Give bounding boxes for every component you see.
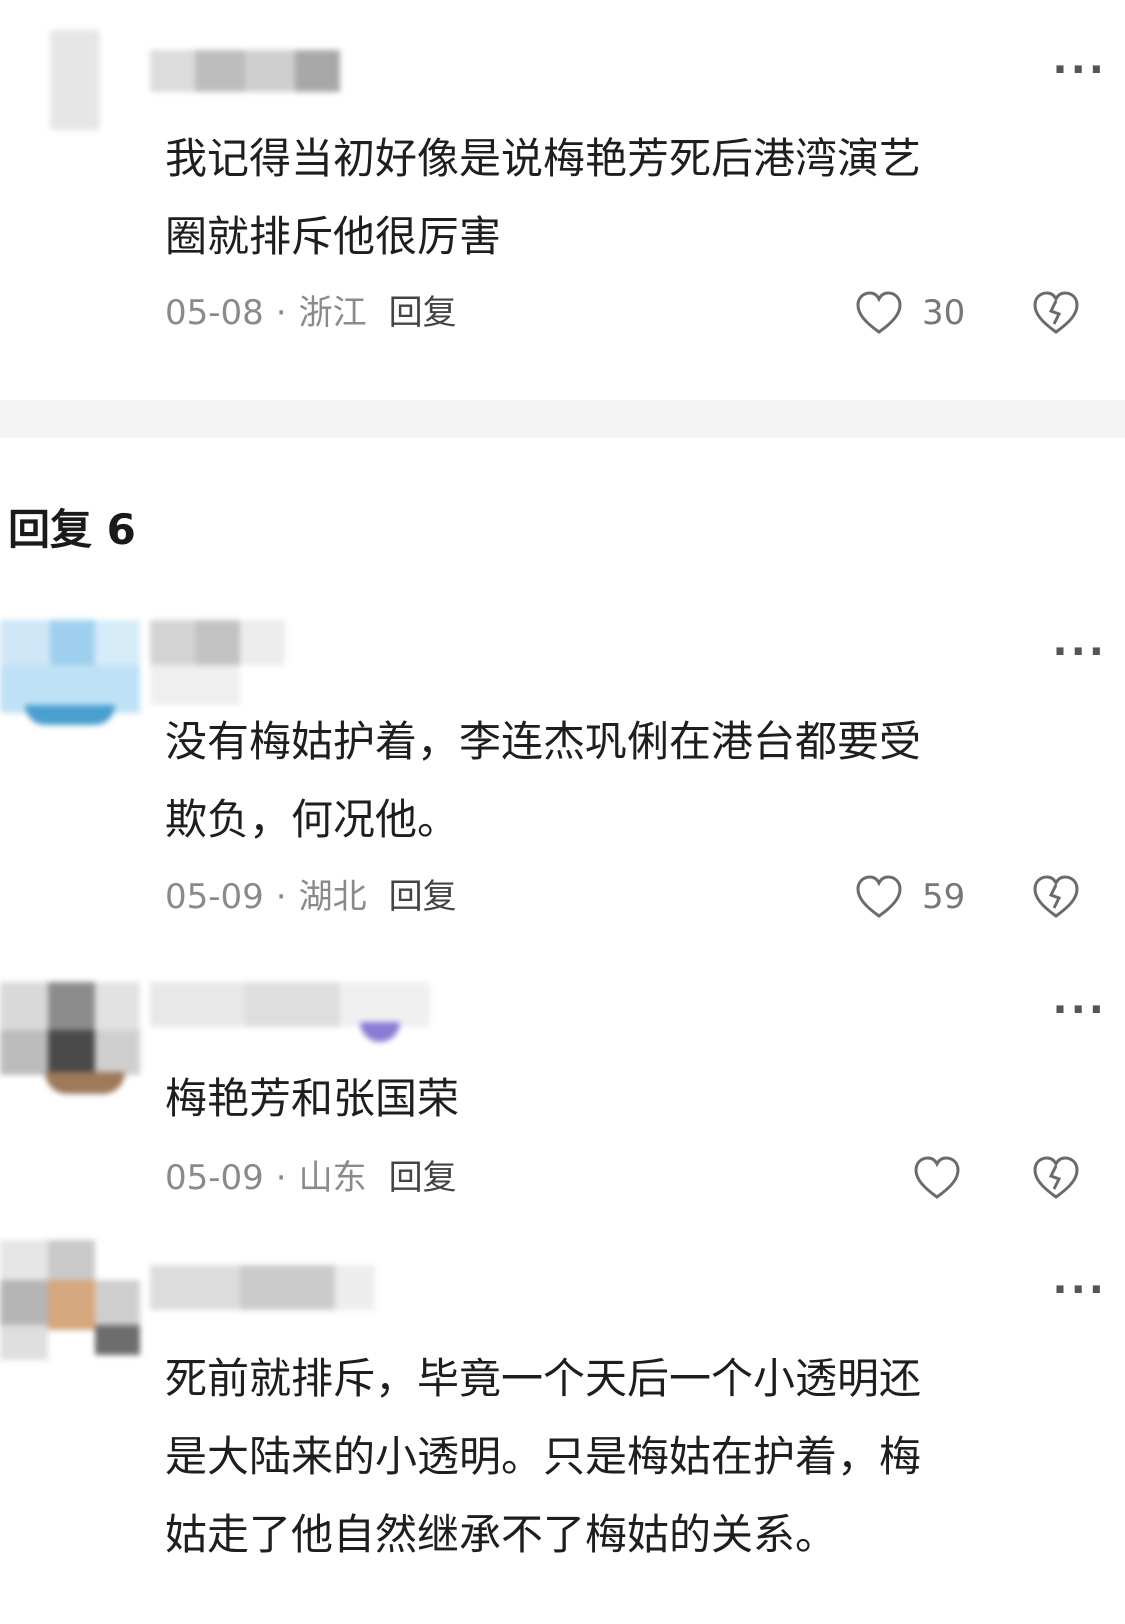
like-button[interactable] (913, 1153, 973, 1203)
username-pixelated[interactable] (150, 982, 440, 1042)
more-dots-icon[interactable]: ··· (1052, 1270, 1107, 1310)
comment-text: 没有梅姑护着，李连杰巩俐在港台都要受 欺负，何况他。 (165, 717, 922, 844)
more-dots-icon[interactable]: ··· (1052, 632, 1107, 672)
username-pixelated[interactable] (150, 1265, 380, 1315)
comment-text: 死前就排斥，毕竟一个天后一个小透明还 是大陆来的小透明。只是梅姑在护着，梅 姑走… (165, 1354, 922, 1559)
like-count: 59 (922, 877, 966, 917)
heart-icon (855, 290, 903, 336)
comment-1: ··· 我记得当初好像是说梅艳芳死后港湾演艺 圈就排斥他很厉害 05-08 · 浙江… (0, 0, 1125, 400)
username-pixelated[interactable] (150, 620, 290, 705)
comment-meta: 05-09 · 湖北 回复 (165, 877, 457, 917)
heart-icon (855, 874, 903, 920)
section-divider (0, 400, 1125, 438)
comment-meta: 05-09 · 山东 回复 (165, 1158, 457, 1198)
reply-button[interactable]: 回复 (367, 1158, 457, 1198)
comment-date: 05-09 (165, 1158, 264, 1198)
comment-region: 浙江 (298, 293, 367, 333)
avatar[interactable] (0, 1240, 145, 1360)
broken-heart-icon[interactable] (1032, 290, 1080, 336)
comment-date: 05-09 (165, 877, 264, 917)
broken-heart-icon[interactable] (1032, 1155, 1080, 1201)
avatar[interactable] (40, 30, 120, 130)
reply-button[interactable]: 回复 (367, 293, 457, 333)
like-button[interactable]: 30 (855, 288, 985, 338)
like-button[interactable]: 59 (855, 872, 985, 922)
replies-section-title: 回复 6 (8, 505, 136, 554)
comment-region: 湖北 (298, 877, 367, 917)
comment-date: 05-08 (165, 293, 264, 333)
more-dots-icon[interactable]: ··· (1052, 50, 1107, 90)
more-dots-icon[interactable]: ··· (1052, 990, 1107, 1030)
heart-icon (913, 1155, 961, 1201)
broken-heart-icon[interactable] (1032, 874, 1080, 920)
comment-region: 山东 (298, 1158, 367, 1198)
like-count: 30 (922, 293, 966, 333)
comment-2: ··· 没有梅姑护着，李连杰巩俐在港台都要受 欺负，何况他。 05-09 · 湖北回… (0, 600, 1125, 960)
username-pixelated[interactable] (150, 50, 350, 92)
avatar[interactable] (0, 982, 145, 1094)
avatar[interactable] (0, 620, 150, 725)
reply-button[interactable]: 回复 (367, 877, 457, 917)
comment-text: 梅艳芳和张国荣 (165, 1074, 460, 1123)
comment-text: 我记得当初好像是说梅艳芳死后港湾演艺 圈就排斥他很厉害 (165, 134, 922, 261)
comment-meta: 05-08 · 浙江 回复 (165, 293, 457, 333)
comment-3: ··· 梅艳芳和张国荣 05-09 · 山东 回复 (0, 960, 1125, 1240)
comment-4: ··· 死前就排斥，毕竟一个天后一个小透明还 是大陆来的小透明。只是梅姑在护着，… (0, 1240, 1125, 1624)
